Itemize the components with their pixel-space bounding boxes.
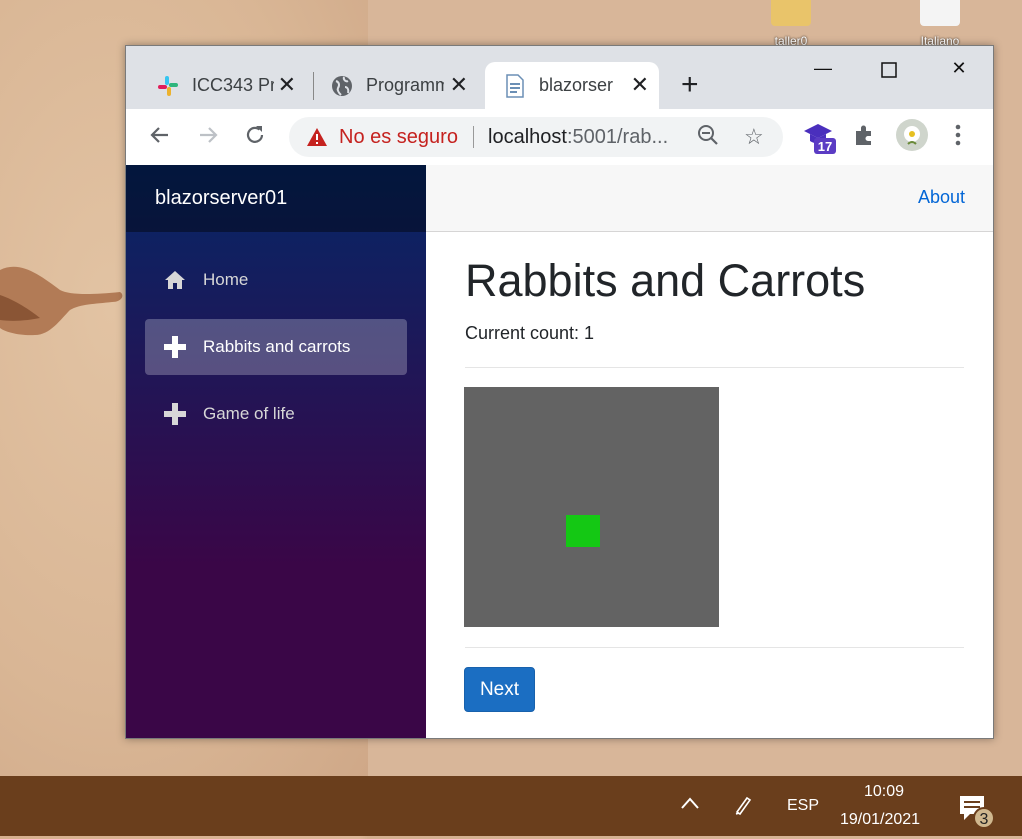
tab-strip: ICC343 Pr ✕ Programm ✕ blazorser ✕ + — ✕ bbox=[126, 46, 993, 109]
page-title: Rabbits and Carrots bbox=[465, 255, 866, 306]
globe-icon bbox=[330, 74, 354, 98]
next-button[interactable]: Next bbox=[464, 667, 535, 712]
plus-icon bbox=[163, 336, 187, 358]
tab-icc343[interactable]: ICC343 Pr ✕ bbox=[136, 62, 306, 109]
nav-item-rabbits[interactable]: Rabbits and carrots bbox=[145, 319, 407, 375]
close-tab-icon[interactable]: ✕ bbox=[278, 72, 296, 98]
nav-item-label: Game of life bbox=[203, 404, 295, 423]
nav-item-label: Rabbits and carrots bbox=[203, 337, 351, 356]
nav-item-home[interactable]: Home bbox=[145, 252, 407, 308]
nav-item-game-of-life[interactable]: Game of life bbox=[145, 386, 407, 442]
top-row: About bbox=[426, 165, 993, 232]
maximize-icon bbox=[881, 62, 897, 78]
nav-item-label: Home bbox=[203, 270, 249, 289]
puzzle-icon[interactable] bbox=[852, 123, 876, 152]
extension-graduation-icon[interactable]: 17 bbox=[802, 119, 838, 160]
security-label[interactable]: No es seguro bbox=[339, 126, 458, 149]
tab-blazorserver[interactable]: blazorser ✕ bbox=[485, 62, 659, 109]
omnibox-divider bbox=[473, 126, 474, 148]
maximize-button[interactable] bbox=[866, 58, 912, 84]
reload-button[interactable] bbox=[243, 123, 267, 154]
zoom-icon[interactable] bbox=[697, 124, 719, 152]
app-brand[interactable]: blazorserver01 bbox=[155, 187, 287, 210]
warning-icon bbox=[306, 127, 328, 152]
url-host: localhost bbox=[488, 126, 567, 148]
pen-icon[interactable] bbox=[733, 794, 755, 821]
tab-title: blazorser bbox=[539, 75, 614, 95]
close-tab-icon[interactable]: ✕ bbox=[631, 72, 649, 98]
tab-title: ICC343 Pr bbox=[192, 75, 274, 95]
brand-bar: blazorserver01 bbox=[126, 165, 426, 232]
simulation-grid[interactable] bbox=[464, 387, 719, 627]
clock-date[interactable]: 19/01/2021 bbox=[840, 811, 920, 829]
taskbar: ESP 10:09 19/01/2021 3 bbox=[0, 776, 1022, 836]
browser-window: ICC343 Pr ✕ Programm ✕ blazorser ✕ + — ✕… bbox=[125, 45, 994, 739]
carrot-cell bbox=[566, 515, 600, 547]
clock-time[interactable]: 10:09 bbox=[864, 783, 904, 801]
divider-top bbox=[465, 367, 964, 368]
desktop-icon-doc[interactable]: Italiano bbox=[905, 0, 975, 48]
browser-toolbar: No es seguro localhost:5001/rab... ☆ 17 bbox=[126, 109, 993, 166]
notification-count: 3 bbox=[980, 811, 989, 828]
home-icon bbox=[163, 270, 187, 290]
tab-programm[interactable]: Programm ✕ bbox=[318, 62, 478, 109]
extension-badge: 17 bbox=[818, 139, 832, 154]
close-window-button[interactable]: ✕ bbox=[936, 58, 982, 84]
forward-button[interactable] bbox=[196, 123, 220, 154]
wallpaper-hand bbox=[0, 266, 123, 336]
arrow-left-icon bbox=[150, 127, 168, 143]
profile-avatar[interactable] bbox=[896, 119, 928, 156]
menu-kebab-icon[interactable] bbox=[954, 123, 962, 152]
address-bar[interactable]: No es seguro localhost:5001/rab... ☆ bbox=[289, 117, 783, 157]
language-indicator[interactable]: ESP bbox=[787, 797, 819, 815]
plus-icon bbox=[163, 403, 187, 425]
notification-center[interactable]: 3 bbox=[958, 794, 1000, 839]
page-icon bbox=[503, 73, 527, 98]
tab-separator bbox=[313, 72, 314, 100]
current-count: Current count: 1 bbox=[465, 323, 595, 343]
minimize-button[interactable]: — bbox=[800, 58, 846, 84]
arrow-right-icon bbox=[200, 127, 218, 143]
document-icon bbox=[920, 0, 960, 26]
tab-title: Programm bbox=[366, 75, 444, 95]
tray-chevron-up-icon[interactable] bbox=[680, 796, 700, 815]
desktop-icon-folder[interactable]: taller0 bbox=[756, 0, 826, 48]
bookmark-star-icon[interactable]: ☆ bbox=[744, 124, 764, 150]
reload-icon bbox=[246, 126, 264, 143]
url-text[interactable]: localhost:5001/rab... bbox=[488, 126, 668, 149]
slack-icon bbox=[156, 74, 180, 98]
main-content: About Rabbits and Carrots Current count:… bbox=[426, 165, 993, 738]
divider-bottom bbox=[465, 647, 964, 648]
notification-icon: 3 bbox=[960, 796, 995, 829]
about-link[interactable]: About bbox=[918, 187, 965, 208]
url-rest: :5001/rab... bbox=[566, 126, 669, 148]
new-tab-button[interactable]: + bbox=[681, 68, 699, 102]
back-button[interactable] bbox=[148, 123, 172, 154]
sidebar: blazorserver01 Home Rabbits and carrots … bbox=[126, 165, 426, 738]
folder-icon bbox=[771, 0, 811, 26]
close-tab-icon[interactable]: ✕ bbox=[450, 72, 468, 98]
